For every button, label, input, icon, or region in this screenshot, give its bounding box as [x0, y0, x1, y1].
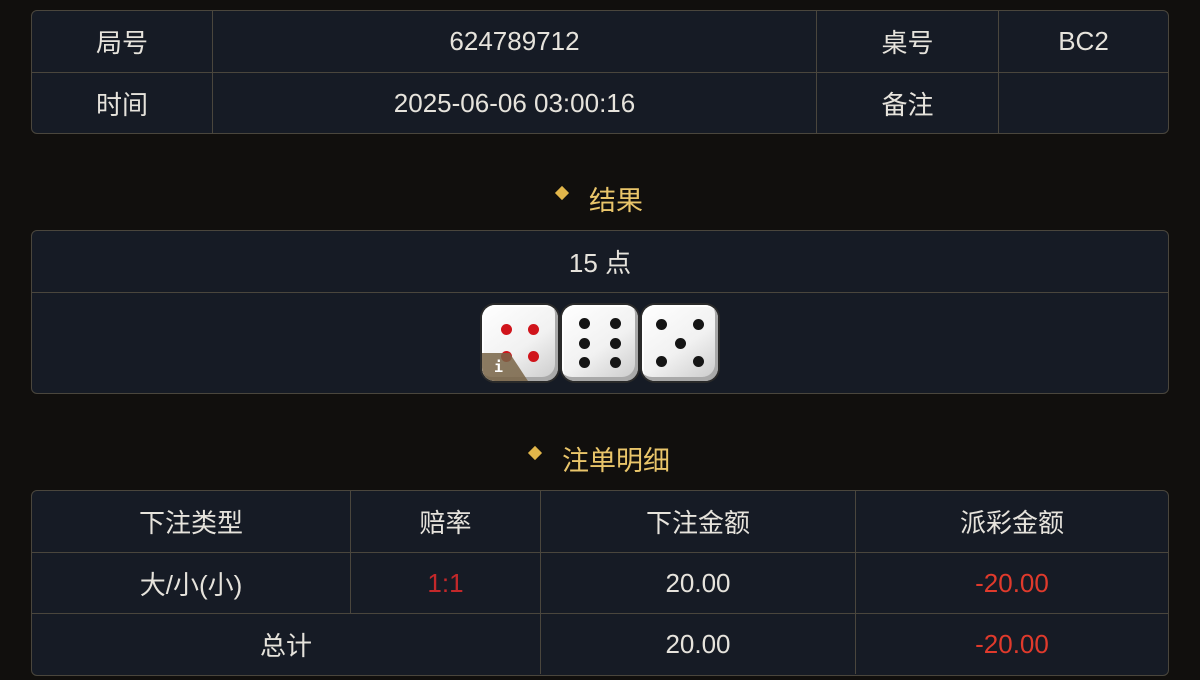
header-bet-amount: 下注金额 — [541, 491, 856, 552]
total-payout: -20.00 — [975, 628, 1049, 659]
total-row: 总计 20.00 -20.00 — [32, 613, 1168, 674]
time-label: 时间 — [32, 73, 213, 133]
die-pip — [609, 317, 621, 329]
odds-cell: 1:1 — [351, 553, 541, 613]
payout-cell: -20.00 — [975, 567, 1049, 598]
round-number-label: 局号 — [32, 11, 213, 72]
total-label: 总计 — [32, 614, 541, 674]
die-four-icon[interactable]: i — [482, 305, 558, 381]
die-pip — [579, 317, 591, 329]
die-pip — [579, 357, 591, 369]
result-section-header: 结果 — [0, 178, 1200, 218]
info-icon[interactable]: i — [482, 353, 528, 381]
table-number-label: 桌号 — [817, 11, 999, 72]
die-pip — [692, 355, 704, 367]
die-pip — [656, 355, 668, 367]
die-pip — [609, 337, 621, 349]
die-pip — [500, 323, 512, 335]
table-number-value: BC2 — [1058, 26, 1109, 56]
die-pip — [528, 351, 540, 363]
points-value: 15 点 — [568, 248, 632, 278]
round-info-row: 局号 624789712 桌号 BC2 — [32, 11, 1168, 72]
table-header-row: 下注类型 赔率 下注金额 派彩金额 — [32, 491, 1168, 552]
result-title: 结果 — [589, 185, 643, 216]
total-bet-amount: 20.00 — [541, 614, 856, 674]
die-pip — [674, 337, 686, 349]
die-five-icon — [642, 305, 718, 381]
bet-details-title: 注单明细 — [562, 445, 670, 476]
points-row: 15 点 — [32, 231, 1168, 292]
header-odds: 赔率 — [351, 491, 541, 552]
die-pip — [692, 319, 704, 331]
die-pip — [579, 337, 591, 349]
dice-row: i — [32, 292, 1168, 393]
note-value — [999, 73, 1168, 133]
round-number-value: 624789712 — [213, 11, 817, 72]
die-six-icon — [562, 305, 638, 381]
result-panel: 15 点 i — [31, 230, 1169, 394]
die-pip — [609, 357, 621, 369]
die-pip — [656, 319, 668, 331]
table-row: 大/小(小) 1:1 20.00 -20.00 — [32, 552, 1168, 613]
bet-details-section-header: 注单明细 — [0, 438, 1200, 478]
die-pip — [528, 323, 540, 335]
bet-type-cell: 大/小(小) — [32, 553, 351, 613]
diamond-icon — [554, 185, 570, 201]
diamond-icon — [527, 445, 543, 461]
bet-details-table: 下注类型 赔率 下注金额 派彩金额 大/小(小) 1:1 20.00 -20.0… — [31, 490, 1169, 676]
header-bet-type: 下注类型 — [32, 491, 351, 552]
time-value: 2025-06-06 03:00:16 — [213, 73, 817, 133]
header-payout-amount: 派彩金额 — [959, 508, 1064, 538]
time-info-row: 时间 2025-06-06 03:00:16 备注 — [32, 72, 1168, 133]
note-label: 备注 — [817, 73, 999, 133]
round-info-table: 局号 624789712 桌号 BC2 时间 2025-06-06 03:00:… — [31, 10, 1169, 134]
bet-amount-cell: 20.00 — [541, 553, 856, 613]
